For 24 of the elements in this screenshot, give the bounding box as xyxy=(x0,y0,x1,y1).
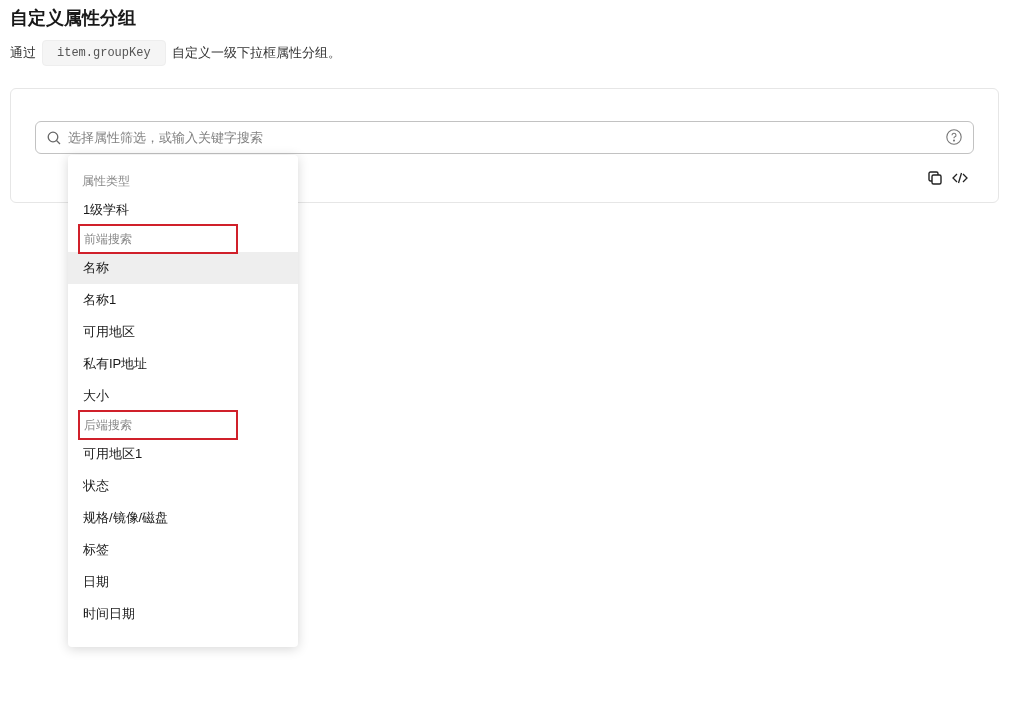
dropdown-item[interactable]: 日期 xyxy=(68,566,298,598)
group-label: 属性类型 xyxy=(81,173,131,190)
dropdown-item[interactable]: 大小 xyxy=(68,380,298,412)
search-field[interactable]: 选择属性筛选，或输入关键字搜索 xyxy=(35,121,974,154)
help-icon[interactable] xyxy=(946,129,962,145)
dropdown-item[interactable]: 1级学科 xyxy=(68,194,298,226)
dropdown-item[interactable]: 私有IP地址 xyxy=(68,348,298,380)
dropdown-item[interactable]: 名称1 xyxy=(68,284,298,316)
page-title: 自定义属性分组 xyxy=(10,7,136,30)
copy-icon[interactable] xyxy=(928,171,942,185)
dropdown-item[interactable]: 规格/镜像/磁盘 xyxy=(68,502,298,534)
code-icon[interactable] xyxy=(952,171,968,185)
code-snippet: item.groupKey xyxy=(42,40,166,66)
search-icon xyxy=(47,131,61,145)
description-text: 自定义一级下拉框属性分组。 xyxy=(171,44,341,63)
dropdown-item[interactable]: 名称 xyxy=(68,252,298,284)
group-label: 后端搜索 xyxy=(78,410,238,440)
group-label: 前端搜索 xyxy=(78,224,238,254)
description-text: 通过 xyxy=(10,44,36,63)
dropdown-item[interactable]: 状态 xyxy=(68,470,298,502)
dropdown-item[interactable]: 可用地区 xyxy=(68,316,298,348)
dropdown-item[interactable]: 可用地区1 xyxy=(68,438,298,470)
dropdown-item[interactable]: 标签 xyxy=(68,534,298,566)
dropdown-item[interactable]: 时间日期 xyxy=(68,598,298,630)
